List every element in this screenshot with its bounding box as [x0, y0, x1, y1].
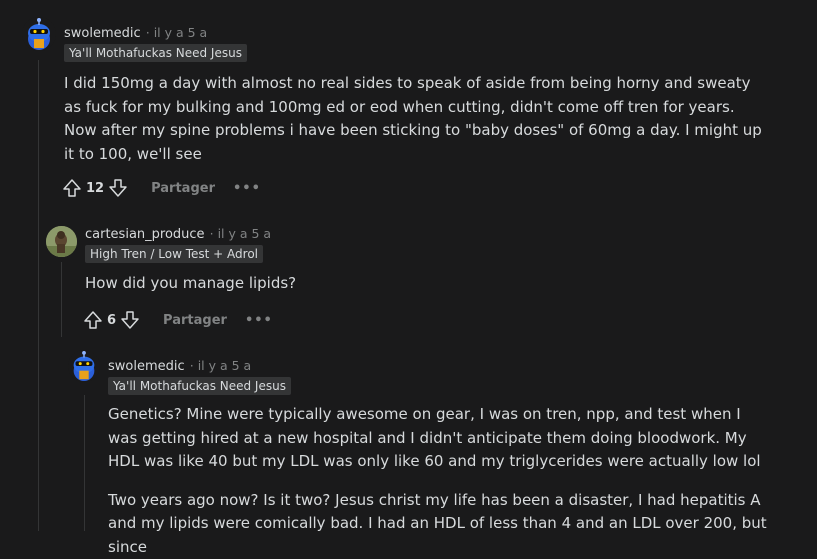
- thread-line[interactable]: [38, 60, 39, 531]
- comment-body: I did 150mg a day with almost no real si…: [64, 72, 769, 166]
- thread-line[interactable]: [84, 395, 85, 531]
- comment-body: How did you manage lipids?: [85, 272, 765, 296]
- snoo-avatar-icon: [22, 17, 56, 51]
- avatar[interactable]: [46, 226, 77, 257]
- avatar[interactable]: [22, 17, 56, 51]
- comment-paragraph: Genetics? Mine were typically awesome on…: [108, 403, 773, 474]
- comment-paragraph: Two years ago now? Is it two? Jesus chri…: [108, 489, 773, 559]
- more-options-button[interactable]: •••: [233, 181, 261, 196]
- username[interactable]: swolemedic: [108, 359, 185, 374]
- user-flair: High Tren / Low Test + Adrol: [85, 245, 263, 263]
- arrow-up-icon[interactable]: [82, 309, 104, 331]
- comment-text: I did 150mg a day with almost no real si…: [64, 72, 769, 166]
- username[interactable]: cartesian_produce: [85, 227, 205, 242]
- more-options-button[interactable]: •••: [245, 313, 273, 328]
- user-flair: Ya'll Mothafuckas Need Jesus: [108, 377, 291, 395]
- vote-score: 12: [86, 181, 104, 196]
- arrow-down-icon[interactable]: [107, 177, 129, 199]
- arrow-down-icon[interactable]: [119, 309, 141, 331]
- avatar[interactable]: [68, 350, 100, 382]
- share-button[interactable]: Partager: [163, 313, 227, 328]
- user-flair: Ya'll Mothafuckas Need Jesus: [64, 44, 247, 62]
- comment-actions: 12 Partager •••: [61, 176, 261, 200]
- username[interactable]: swolemedic: [64, 26, 141, 41]
- comment-text: How did you manage lipids?: [85, 272, 765, 296]
- share-button[interactable]: Partager: [151, 181, 215, 196]
- snoo-avatar-icon: [68, 350, 100, 382]
- comment-body: Genetics? Mine were typically awesome on…: [108, 403, 773, 559]
- timestamp[interactable]: · il y a 5 a: [210, 226, 271, 241]
- arrow-up-icon[interactable]: [61, 177, 83, 199]
- timestamp[interactable]: · il y a 5 a: [146, 25, 207, 40]
- dog-avatar-icon: [46, 226, 77, 257]
- thread-line[interactable]: [61, 262, 62, 337]
- vote-score: 6: [107, 313, 116, 328]
- comment-actions: 6 Partager •••: [82, 308, 273, 332]
- timestamp[interactable]: · il y a 5 a: [190, 358, 251, 373]
